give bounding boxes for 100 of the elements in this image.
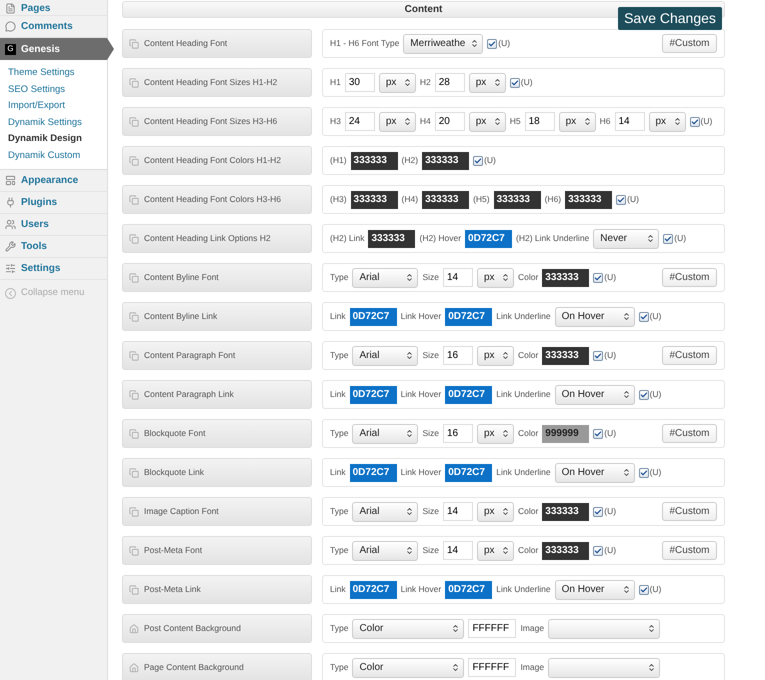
number-field[interactable]: 28 [434, 73, 465, 92]
dropdown[interactable]: px [558, 112, 596, 132]
checkbox[interactable] [638, 312, 649, 322]
number-field[interactable]: 16 [442, 346, 473, 365]
number-field[interactable]: 14 [442, 502, 473, 521]
dropdown[interactable]: px [476, 502, 514, 522]
dropdown[interactable]: Color [352, 618, 464, 638]
color-field[interactable]: 0D72C7 [465, 230, 512, 248]
color-field[interactable]: 333333 [565, 190, 612, 208]
submenu-item[interactable]: Dynamik Custom [0, 148, 107, 164]
checkbox[interactable] [593, 506, 604, 516]
custom-button[interactable]: #Custom [662, 541, 717, 560]
color-field[interactable]: 0D72C7 [350, 308, 397, 326]
dropdown[interactable]: px [378, 112, 416, 132]
checkbox[interactable] [690, 116, 700, 126]
checkbox[interactable] [638, 468, 649, 478]
dropdown[interactable]: px [648, 112, 686, 132]
checkbox[interactable] [663, 234, 674, 244]
submenu-item[interactable]: SEO Settings [0, 82, 107, 98]
checkbox[interactable] [638, 584, 649, 594]
custom-button[interactable]: #Custom [662, 268, 717, 287]
field-label: Link Hover [400, 388, 442, 401]
sidebar-item[interactable]: Tools [0, 236, 107, 258]
color-field[interactable]: 333333 [350, 190, 398, 208]
color-field[interactable]: 333333 [542, 268, 590, 286]
number-field[interactable]: 16 [442, 424, 473, 443]
dropdown[interactable]: On Hover [554, 580, 635, 600]
dropdown[interactable]: On Hover [554, 306, 635, 326]
sidebar-item[interactable]: Users [0, 214, 107, 236]
color-field[interactable]: 333333 [542, 346, 590, 364]
checkbox-label: (U) [674, 232, 686, 245]
dropdown[interactable]: Arial [352, 346, 418, 366]
checkbox[interactable] [510, 78, 520, 88]
field-label: Color [518, 349, 538, 362]
custom-button[interactable]: #Custom [662, 346, 717, 365]
checkbox[interactable] [487, 38, 498, 48]
color-field[interactable]: 333333 [542, 502, 590, 520]
dropdown[interactable]: Arial [352, 268, 418, 288]
sidebar-item[interactable]: Appearance [0, 170, 107, 192]
checkbox[interactable] [593, 272, 604, 282]
color-field[interactable]: 333333 [422, 190, 470, 208]
hex-field[interactable]: FFFFFF [468, 619, 516, 638]
dropdown[interactable]: px [468, 72, 506, 92]
number-field[interactable]: 14 [442, 268, 473, 287]
color-field[interactable]: 333333 [368, 230, 416, 248]
color-field[interactable]: 0D72C7 [445, 580, 492, 598]
checkbox-label: (U) [650, 310, 662, 323]
number-field[interactable]: 18 [524, 112, 555, 131]
color-field[interactable]: 333333 [422, 152, 470, 170]
checkbox[interactable] [593, 428, 604, 438]
field-label: Link Underline [496, 466, 551, 479]
checkbox[interactable] [616, 194, 626, 204]
dropdown[interactable]: px [378, 72, 416, 92]
submenu-item[interactable]: Dynamik Settings [0, 114, 107, 131]
color-field[interactable]: 0D72C7 [445, 464, 492, 482]
submenu-item[interactable]: Import/Export [0, 98, 107, 114]
color-field[interactable]: 0D72C7 [445, 386, 492, 404]
color-field[interactable]: 333333 [542, 542, 590, 560]
color-field[interactable]: 0D72C7 [350, 386, 397, 404]
dropdown[interactable]: Arial [352, 540, 418, 560]
sidebar-item[interactable]: Plugins [0, 192, 107, 214]
number-field[interactable]: 14 [614, 112, 644, 131]
hex-field[interactable]: FFFFFF [468, 658, 516, 677]
dropdown[interactable]: Arial [352, 424, 418, 444]
dropdown[interactable]: px [476, 540, 514, 560]
updown-icon [622, 312, 631, 321]
number-field[interactable]: 20 [434, 112, 465, 131]
color-field[interactable]: 999999 [542, 424, 590, 442]
dropdown[interactable]: On Hover [554, 384, 635, 404]
checkbox-label: (U) [650, 466, 662, 479]
field-label: Link Underline [496, 310, 551, 323]
custom-button[interactable]: #Custom [662, 502, 717, 521]
dropdown[interactable]: Color [352, 658, 464, 678]
dropdown[interactable]: px [476, 346, 514, 366]
color-field[interactable]: 333333 [350, 152, 398, 170]
submenu-item[interactable]: Dynamik Design [0, 131, 107, 148]
submenu-item[interactable]: Theme Settings [0, 65, 107, 82]
dropdown[interactable]: px [476, 268, 514, 288]
color-field[interactable]: 333333 [494, 190, 541, 208]
checkbox[interactable] [638, 390, 649, 400]
number-field[interactable]: 14 [442, 541, 473, 560]
color-field[interactable]: 0D72C7 [445, 308, 492, 326]
dropdown[interactable]: On Hover [554, 462, 635, 482]
sidebar-item[interactable]: Settings [0, 258, 107, 280]
color-field[interactable]: 0D72C7 [350, 464, 397, 482]
custom-button[interactable]: #Custom [662, 424, 717, 443]
number-field[interactable]: 24 [344, 112, 375, 131]
dropdown[interactable]: Arial [352, 502, 418, 522]
checkbox[interactable] [473, 156, 484, 166]
sidebar-item[interactable]: Pages [0, 0, 107, 16]
dropdown[interactable]: Merriweathe [403, 34, 484, 54]
checkbox[interactable] [593, 350, 604, 360]
dropdown[interactable]: Never [593, 228, 660, 248]
dropdown[interactable]: px [476, 424, 514, 444]
checkbox[interactable] [593, 546, 604, 556]
checkbox-label: (U) [604, 544, 616, 557]
number-field[interactable]: 30 [344, 73, 375, 92]
dropdown[interactable]: px [468, 112, 506, 132]
color-field[interactable]: 0D72C7 [350, 580, 397, 598]
custom-button[interactable]: #Custom [662, 34, 717, 53]
